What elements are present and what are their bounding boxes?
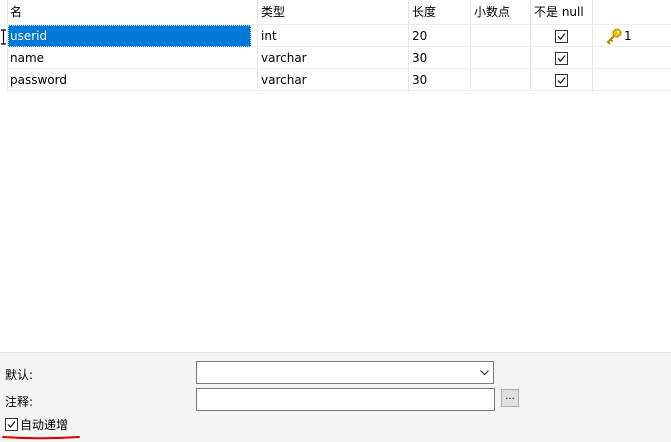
not-null-checkbox[interactable] (555, 74, 568, 87)
field-length-cell[interactable]: 30 (412, 69, 467, 91)
chevron-down-icon[interactable] (480, 370, 489, 376)
field-type-cell[interactable]: varchar (261, 69, 406, 91)
column-header-not-null[interactable]: 不是 null (534, 0, 592, 24)
not-null-checkbox[interactable] (555, 52, 568, 65)
table-row[interactable]: userid int 20 1 (0, 25, 671, 47)
table-row[interactable]: name varchar 30 (0, 47, 671, 69)
field-length-cell[interactable]: 20 (412, 25, 467, 47)
fields-grid: 名 类型 长度 小数点 不是 null userid int 20 1 name… (0, 0, 671, 91)
key-icon (605, 25, 623, 47)
primary-key-order: 1 (624, 29, 632, 43)
checkmark-icon (557, 33, 566, 40)
checkmark-icon (7, 421, 16, 428)
red-underline-annotation (2, 436, 80, 440)
default-label: 默认: (5, 368, 34, 382)
field-properties-panel: 默认: 注释: ... 自动递增 (0, 352, 671, 442)
table-row[interactable]: password varchar 30 (0, 69, 671, 91)
field-name-cell[interactable]: userid (8, 25, 251, 47)
field-length-cell[interactable]: 30 (412, 47, 467, 69)
column-header-name[interactable]: 名 (10, 0, 255, 24)
field-decimals-cell[interactable] (474, 69, 529, 91)
auto-increment-label[interactable]: 自动递增 (20, 416, 68, 433)
column-header-length[interactable]: 长度 (412, 0, 467, 24)
field-decimals-cell[interactable] (474, 25, 529, 47)
comment-label: 注释: (5, 395, 34, 409)
column-header-type[interactable]: 类型 (261, 0, 406, 24)
checkmark-icon (557, 55, 566, 62)
field-type-cell[interactable]: varchar (261, 47, 406, 69)
auto-increment-checkbox[interactable] (5, 418, 18, 431)
column-header-decimals[interactable]: 小数点 (474, 0, 529, 24)
field-name-cell[interactable]: name (10, 47, 255, 69)
not-null-checkbox[interactable] (555, 30, 568, 43)
checkmark-icon (557, 77, 566, 84)
comment-edit-button[interactable]: ... (501, 389, 519, 407)
field-name-cell[interactable]: password (10, 69, 255, 91)
field-decimals-cell[interactable] (474, 47, 529, 69)
field-type-cell[interactable]: int (261, 25, 406, 47)
comment-input[interactable] (196, 388, 495, 411)
default-combobox[interactable] (196, 361, 494, 384)
